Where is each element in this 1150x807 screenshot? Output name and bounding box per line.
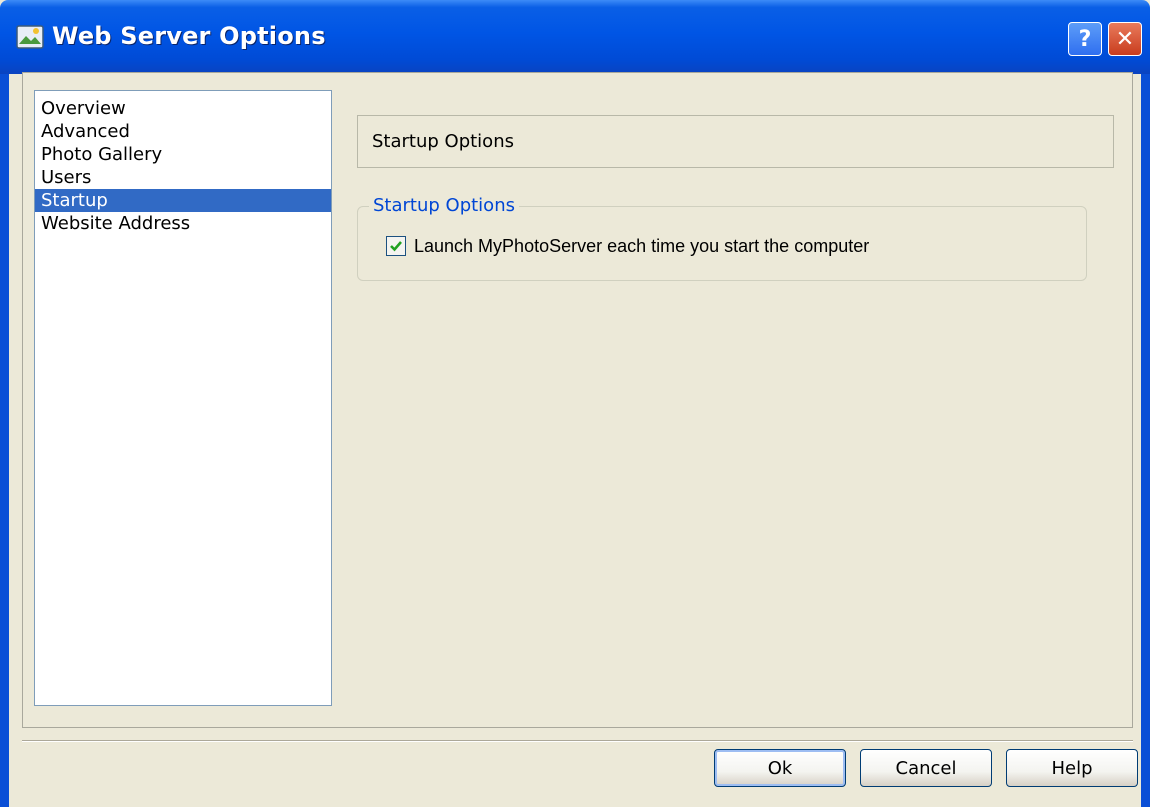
launch-on-startup-checkbox[interactable]: [386, 236, 406, 256]
options-category-list[interactable]: Overview Advanced Photo Gallery Users St…: [34, 90, 332, 706]
help-button[interactable]: Help: [1006, 749, 1138, 787]
footer-separator: [22, 740, 1133, 742]
web-server-options-window: Web Server Options ? ✕ Overview Advanced…: [0, 0, 1150, 807]
ok-button-label: Ok: [767, 757, 793, 779]
close-button[interactable]: ✕: [1108, 22, 1142, 56]
nav-item-users[interactable]: Users: [35, 166, 331, 189]
question-mark-icon: ?: [1078, 26, 1092, 52]
ok-button[interactable]: Ok: [714, 749, 846, 787]
close-icon: ✕: [1115, 26, 1135, 52]
web-server-icon: [16, 25, 44, 49]
help-title-button[interactable]: ?: [1068, 22, 1102, 56]
window-title: Web Server Options: [52, 22, 326, 50]
help-button-label: Help: [1051, 757, 1093, 779]
launch-on-startup-label[interactable]: Launch MyPhotoServer each time you start…: [414, 234, 869, 258]
nav-item-photo-gallery[interactable]: Photo Gallery: [35, 143, 331, 166]
window-border-left: [0, 74, 9, 807]
page-header: Startup Options: [357, 115, 1114, 168]
title-bar[interactable]: Web Server Options ? ✕: [0, 0, 1150, 74]
cancel-button[interactable]: Cancel: [860, 749, 992, 787]
checkmark-icon: [390, 241, 402, 252]
nav-item-advanced[interactable]: Advanced: [35, 120, 331, 143]
cancel-button-label: Cancel: [895, 757, 957, 779]
nav-item-startup[interactable]: Startup: [35, 189, 331, 212]
nav-item-website-address[interactable]: Website Address: [35, 212, 331, 235]
nav-item-overview[interactable]: Overview: [35, 97, 331, 120]
group-title: Startup Options: [369, 195, 519, 217]
window-border-right: [1141, 74, 1150, 807]
